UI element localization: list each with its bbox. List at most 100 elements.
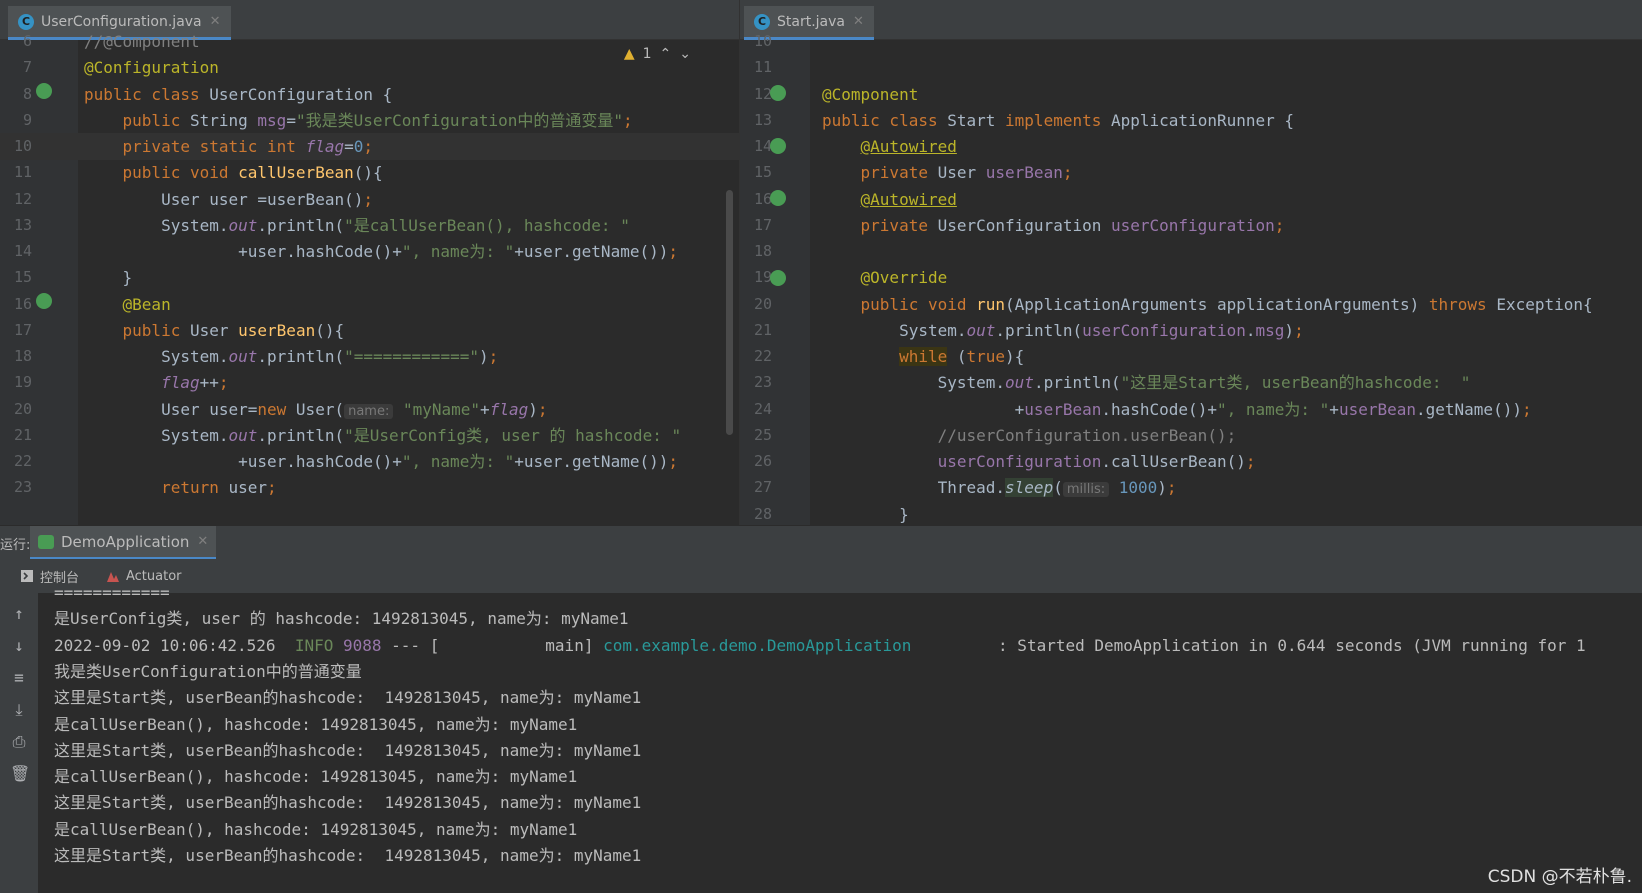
arrow-up-icon[interactable]: ↑: [10, 605, 28, 623]
line-number[interactable]: 17: [0, 317, 32, 344]
code-line[interactable]: 28 }: [740, 501, 1642, 526]
line-number[interactable]: 7: [0, 54, 32, 81]
line-number[interactable]: 16: [740, 186, 772, 213]
line-number[interactable]: 10: [0, 133, 32, 160]
close-run-tab-icon[interactable]: ✕: [197, 534, 208, 549]
code-text: }: [84, 268, 133, 288]
line-number[interactable]: 12: [740, 81, 772, 108]
line-number[interactable]: 11: [0, 159, 32, 186]
spring-bean-icon[interactable]: [770, 85, 786, 101]
right-code-area[interactable]: 10 11 12 @Component 13 public class Start imp…: [740, 32, 1642, 526]
code-line[interactable]: 16 @Autowired: [740, 186, 1642, 213]
chevron-down-icon[interactable]: ⌄: [679, 46, 691, 62]
code-line[interactable]: 12 User user =userBean();: [0, 186, 739, 213]
trash-icon[interactable]: 🗑: [10, 765, 30, 783]
code-line[interactable]: 20 User user=new User(name: "myName"+fla…: [0, 396, 739, 423]
line-number[interactable]: 10: [740, 28, 772, 55]
line-number[interactable]: 11: [740, 54, 772, 81]
code-line[interactable]: 10 private static int flag=0;: [0, 133, 739, 161]
code-line[interactable]: 23 System.out.println("这里是Start类, userBe…: [740, 369, 1642, 396]
line-number[interactable]: 12: [0, 186, 32, 213]
print-icon[interactable]: ⎙: [10, 733, 28, 751]
line-number[interactable]: 18: [740, 238, 772, 265]
code-line[interactable]: 20 public void run(ApplicationArguments …: [740, 291, 1642, 318]
line-number[interactable]: 19: [0, 369, 32, 396]
line-number[interactable]: 28: [740, 501, 772, 526]
code-line[interactable]: 8 public class UserConfiguration {: [0, 81, 739, 108]
code-line[interactable]: 11 public void callUserBean(){: [0, 159, 739, 186]
line-number[interactable]: 25: [740, 422, 772, 449]
arrow-down-icon[interactable]: ↓: [10, 637, 28, 655]
spring-bean-icon[interactable]: [770, 138, 786, 154]
run-tab-demoapplication[interactable]: DemoApplication ✕: [30, 526, 217, 560]
code-line[interactable]: 14 @Autowired: [740, 133, 1642, 160]
spring-bean-icon[interactable]: [36, 293, 52, 309]
line-number[interactable]: 19: [740, 264, 772, 291]
override-icon[interactable]: [770, 270, 786, 286]
code-line[interactable]: 24 +userBean.hashCode()+", name为: "+user…: [740, 396, 1642, 423]
code-line[interactable]: 19 @Override: [740, 264, 1642, 291]
code-line[interactable]: 23 return user;: [0, 474, 739, 501]
line-number[interactable]: 15: [740, 159, 772, 186]
line-number[interactable]: 17: [740, 212, 772, 239]
line-number[interactable]: 24: [740, 396, 772, 423]
code-line[interactable]: 22 while (true){: [740, 343, 1642, 370]
line-number[interactable]: 16: [0, 291, 32, 318]
close-tab-icon[interactable]: ✕: [853, 14, 864, 29]
code-line[interactable]: 21 System.out.println("是UserConfig类, use…: [0, 422, 739, 449]
line-number[interactable]: 14: [740, 133, 772, 160]
code-line[interactable]: 17 private UserConfiguration userConfigu…: [740, 212, 1642, 239]
left-code-area[interactable]: 6//@Component 7 @Configuration 8 public clas…: [0, 32, 739, 525]
line-number[interactable]: 23: [0, 474, 32, 501]
code-line[interactable]: 10: [740, 28, 1642, 55]
line-number[interactable]: 21: [740, 317, 772, 344]
code-line[interactable]: 21 System.out.println(userConfiguration.…: [740, 317, 1642, 344]
code-line[interactable]: 19 flag++;: [0, 369, 739, 396]
code-line[interactable]: 18 System.out.println("============");: [0, 343, 739, 370]
soft-wrap-icon[interactable]: ≡: [10, 669, 28, 687]
spring-bean-icon[interactable]: [770, 190, 786, 206]
line-number[interactable]: 15: [0, 264, 32, 291]
console-line: 这里是Start类, userBean的hashcode: 1492813045…: [54, 846, 642, 865]
inspection-widget[interactable]: ▲ 1 ⌃ ⌄: [624, 46, 691, 62]
line-number[interactable]: 14: [0, 238, 32, 265]
line-number[interactable]: 20: [740, 291, 772, 318]
code-line[interactable]: 18: [740, 238, 1642, 265]
code-line[interactable]: 12 @Component: [740, 81, 1642, 108]
code-line[interactable]: 17 public User userBean(){: [0, 317, 739, 344]
line-number[interactable]: 26: [740, 448, 772, 475]
code-line[interactable]: 27 Thread.sleep(millis: 1000);: [740, 474, 1642, 501]
left-scrollbar[interactable]: [726, 190, 733, 435]
code-line[interactable]: 22 +user.hashCode()+", name为: "+user.get…: [0, 448, 739, 475]
chevron-up-icon[interactable]: ⌃: [660, 46, 672, 62]
line-number[interactable]: 27: [740, 474, 772, 501]
console-line: 是callUserBean(), hashcode: 1492813045, n…: [54, 819, 578, 839]
spring-bean-icon[interactable]: [36, 83, 52, 99]
line-number[interactable]: 8: [0, 81, 32, 108]
line-number[interactable]: 9: [0, 107, 32, 134]
code-line[interactable]: 11: [740, 54, 1642, 81]
code-text: public void run(ApplicationArguments app…: [822, 294, 1593, 314]
line-number[interactable]: 20: [0, 396, 32, 423]
line-number[interactable]: 18: [0, 343, 32, 370]
code-line[interactable]: 15 }: [0, 264, 739, 291]
line-number[interactable]: 21: [0, 422, 32, 449]
console-output[interactable]: ============ 是UserConfig类, user 的 hashcod…: [38, 583, 1642, 893]
code-line[interactable]: 13 public class Start implements Applicat…: [740, 107, 1642, 134]
close-tab-icon[interactable]: ✕: [210, 14, 221, 29]
code-line[interactable]: 9 public String msg="我是类UserConfiguratio…: [0, 107, 739, 134]
code-line[interactable]: 25 //userConfiguration.userBean();: [740, 422, 1642, 449]
line-number[interactable]: 13: [740, 107, 772, 134]
line-number[interactable]: 13: [0, 212, 32, 239]
code-line[interactable]: 13 System.out.println("是callUserBean(), …: [0, 212, 739, 239]
line-number[interactable]: 6: [0, 28, 32, 55]
console-icon: [21, 570, 33, 582]
code-line[interactable]: 26 userConfiguration.callUserBean();: [740, 448, 1642, 475]
line-number[interactable]: 22: [0, 448, 32, 475]
code-line[interactable]: 14 +user.hashCode()+", name为: "+user.get…: [0, 238, 739, 265]
scroll-to-end-icon[interactable]: ⤓: [10, 701, 28, 719]
code-line[interactable]: 16 @Bean: [0, 291, 739, 318]
code-line[interactable]: 15 private User userBean;: [740, 159, 1642, 186]
line-number[interactable]: 22: [740, 343, 772, 370]
line-number[interactable]: 23: [740, 369, 772, 396]
